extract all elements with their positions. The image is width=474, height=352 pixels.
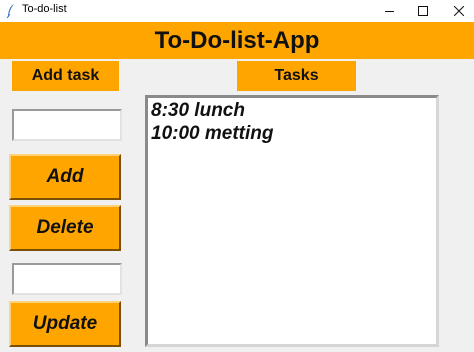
app-title: To-Do-list-App [154,26,320,54]
add-task-label: Add task [12,61,119,91]
list-item[interactable]: 8:30 lunch [151,99,433,122]
update-button[interactable]: Update [9,301,121,347]
close-icon [454,6,464,16]
window-title: To-do-list [22,3,67,15]
list-item[interactable]: 10:00 metting [151,122,433,145]
update-entry-field[interactable] [12,263,122,295]
minimize-icon [384,10,394,12]
maximize-button[interactable] [404,0,442,22]
add-button[interactable]: Add [9,154,121,200]
tasks-listbox[interactable]: 8:30 lunch 10:00 metting [145,95,439,347]
maximize-icon [418,6,428,16]
delete-button[interactable]: Delete [9,205,121,251]
task-input[interactable] [14,111,120,139]
app-header: To-Do-list-App [0,22,474,59]
feather-icon [6,4,14,19]
window-titlebar: To-do-list [0,0,474,23]
tasks-label: Tasks [237,61,356,91]
update-input[interactable] [14,265,120,293]
minimize-button[interactable] [370,0,408,22]
close-button[interactable] [440,0,474,22]
task-entry-field[interactable] [12,109,122,141]
